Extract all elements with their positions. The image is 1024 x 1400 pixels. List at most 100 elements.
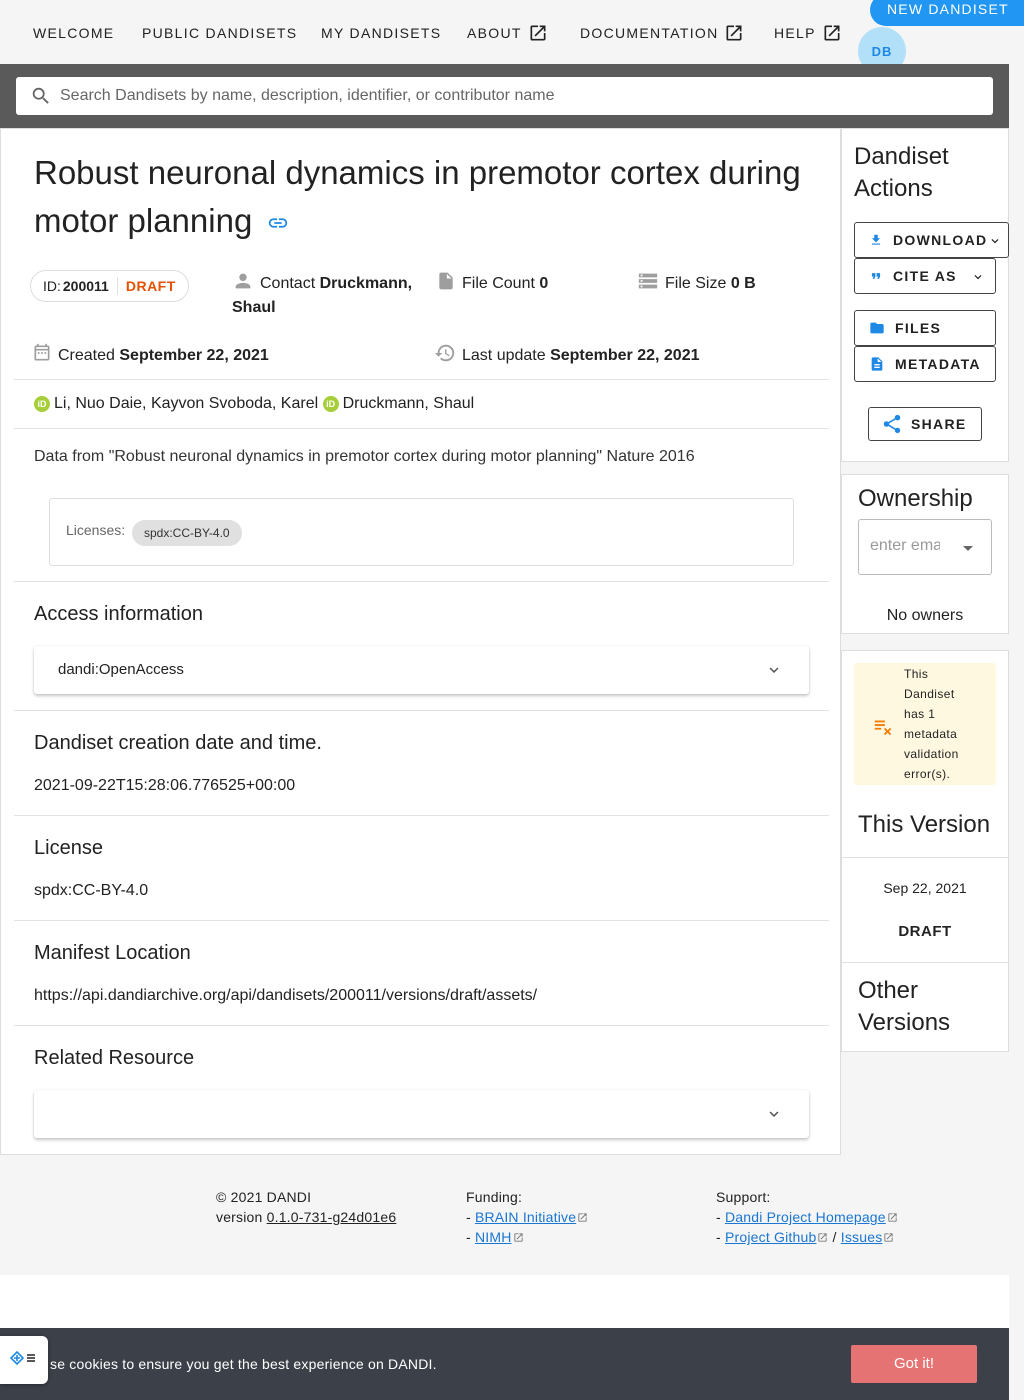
dropdown-arrow-icon[interactable] xyxy=(963,546,973,551)
contributors-group-a: Li, Nuo Daie, Kayvon Svoboda, Karel xyxy=(54,395,319,412)
divider xyxy=(14,581,829,582)
dandiset-description: Data from "Robust neuronal dynamics in p… xyxy=(34,448,695,465)
file-icon xyxy=(439,272,453,290)
file-size-value: 0 B xyxy=(730,275,756,292)
footer-support-col: Support: - Dandi Project Homepage - Proj… xyxy=(716,1187,898,1247)
link-icon[interactable] xyxy=(267,212,289,234)
version-link[interactable]: 0.1.0-731-g24d01e6 xyxy=(267,1209,397,1225)
share-icon xyxy=(883,414,901,434)
versions-card: This Dandiset has 1 metadata validation … xyxy=(841,650,1009,1052)
divider xyxy=(116,277,118,295)
widget-icon xyxy=(9,1350,35,1366)
folder-icon xyxy=(870,322,884,334)
created-label: Created xyxy=(58,347,115,364)
chevron-down-icon xyxy=(769,667,779,673)
share-button[interactable]: SHARE xyxy=(868,407,982,441)
scrollbar[interactable] xyxy=(1009,64,1024,1400)
search-icon xyxy=(32,87,49,104)
new-dandiset-button[interactable]: NEW DANDISET xyxy=(870,0,1024,26)
orcid-icon[interactable]: iD xyxy=(34,396,50,412)
chevron-down-icon xyxy=(769,1111,779,1117)
nav-about[interactable]: ABOUT xyxy=(467,24,548,42)
copyright: © 2021 DANDI xyxy=(216,1189,312,1205)
divider xyxy=(14,710,829,711)
external-link-icon xyxy=(884,1233,894,1242)
related-resource-panel[interactable] xyxy=(34,1090,809,1138)
divider xyxy=(14,1025,829,1026)
orcid-icon[interactable]: iD xyxy=(322,396,339,412)
last-update: Last update September 22, 2021 xyxy=(434,342,700,368)
nav-documentation-label: DOCUMENTATION xyxy=(580,25,719,41)
metadata-button[interactable]: METADATA xyxy=(854,346,996,382)
nav-welcome[interactable]: WELCOME xyxy=(33,24,114,42)
contributors: iD Li, Nuo Daie, Kayvon Svoboda, Karel iD… xyxy=(34,392,474,416)
dandiset-id: 200011 xyxy=(62,278,109,294)
footer: © 2021 DANDI version 0.1.0-731-g24d01e6 … xyxy=(0,1155,1024,1275)
nav-my-dandisets[interactable]: MY DANDISETS xyxy=(321,24,441,42)
divider xyxy=(842,857,1008,858)
licenses-label: Licenses: xyxy=(66,522,126,538)
access-info-title: Access information xyxy=(34,603,203,625)
divider xyxy=(842,962,1008,963)
cite-as-label: CITE AS xyxy=(893,268,957,284)
nav-documentation[interactable]: DOCUMENTATION xyxy=(580,24,744,42)
issues-link[interactable]: Issues xyxy=(841,1229,883,1245)
help-widget-button[interactable] xyxy=(0,1336,48,1384)
nimh-link[interactable]: NIMH xyxy=(475,1229,512,1245)
footer-copyright-col: © 2021 DANDI version 0.1.0-731-g24d01e6 xyxy=(216,1187,396,1227)
nav-public-dandisets[interactable]: PUBLIC DANDISETS xyxy=(142,24,297,42)
external-link-icon xyxy=(888,1213,897,1222)
related-resource-title: Related Resource xyxy=(34,1047,195,1069)
contributors-group-b: Druckmann, Shaul xyxy=(342,395,475,412)
external-link-icon xyxy=(513,1233,523,1242)
download-button[interactable]: DOWNLOAD xyxy=(854,222,1009,258)
file-size-label: File Size xyxy=(665,275,727,292)
dandiset-id-chip: ID: 200011 DRAFT xyxy=(30,270,189,302)
file-size: File Size 0 B xyxy=(637,270,756,296)
manifest-value: https://api.dandiarchive.org/api/dandise… xyxy=(34,987,538,1004)
external-link-icon xyxy=(578,1213,587,1222)
files-button[interactable]: FILES xyxy=(854,310,996,346)
this-version-title: This Version xyxy=(858,811,991,838)
version-date: Sep 22, 2021 xyxy=(883,880,967,896)
support-label: Support: xyxy=(716,1189,771,1205)
creation-date-title: Dandiset creation date and time. xyxy=(34,732,322,754)
project-github-link[interactable]: Project Github xyxy=(725,1229,817,1245)
file-count-value: 0 xyxy=(539,275,549,292)
contact-name: Druckmann, Shaul xyxy=(232,275,413,316)
owner-select[interactable] xyxy=(858,519,992,575)
access-info-panel[interactable]: dandi:OpenAccess xyxy=(34,646,809,694)
calendar-icon xyxy=(34,343,50,361)
nav-help[interactable]: HELP xyxy=(774,24,842,42)
download-icon xyxy=(871,234,881,245)
version-item-draft[interactable]: DRAFT xyxy=(842,923,1008,940)
external-link-icon xyxy=(818,1233,828,1242)
divider xyxy=(14,815,829,816)
cite-as-button[interactable]: CITE AS xyxy=(854,258,996,294)
cookie-accept-button[interactable]: Got it! xyxy=(851,1345,977,1383)
dandi-homepage-link[interactable]: Dandi Project Homepage xyxy=(725,1209,886,1225)
file-count: File Count 0 xyxy=(436,270,548,296)
ownership-card: Ownership No owners xyxy=(841,474,1009,634)
external-link-icon xyxy=(726,25,742,41)
dandiset-title: Robust neuronal dynamics in premotor cor… xyxy=(34,149,814,245)
brain-initiative-link[interactable]: BRAIN Initiative xyxy=(475,1209,576,1225)
share-label: SHARE xyxy=(911,416,967,432)
owner-email-input[interactable] xyxy=(870,537,940,555)
search-bar-area xyxy=(0,64,1024,128)
divider xyxy=(14,920,829,921)
divider xyxy=(14,379,829,380)
contact-label: Contact xyxy=(260,275,316,292)
creation-date-value: 2021-09-22T15:28:06.776525+00:00 xyxy=(34,777,296,794)
files-label: FILES xyxy=(895,320,942,336)
download-label: DOWNLOAD xyxy=(893,232,988,248)
access-info-value: dandi:OpenAccess xyxy=(58,661,184,678)
license-chip: spdx:CC-BY-4.0 xyxy=(132,520,242,546)
chevron-down-icon xyxy=(991,239,999,244)
validation-warning[interactable]: This Dandiset has 1 metadata validation … xyxy=(854,663,996,785)
dandiset-actions-card: Dandiset Actions DOWNLOAD CITE AS FILES … xyxy=(841,128,1009,462)
search-input[interactable] xyxy=(60,87,960,105)
created-value: September 22, 2021 xyxy=(119,347,269,364)
id-label: ID: xyxy=(43,278,61,294)
contact-info: Contact Druckmann, Shaul xyxy=(232,270,422,320)
